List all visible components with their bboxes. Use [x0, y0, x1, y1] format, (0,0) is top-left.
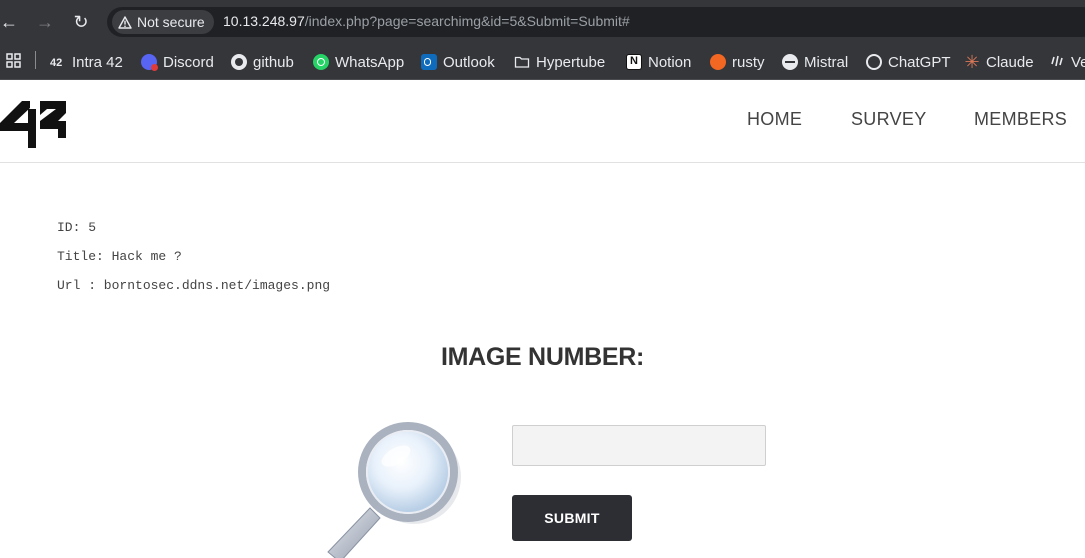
url-text[interactable]: 10.13.248.97/index.php?page=searchimg&id…: [223, 13, 630, 29]
result-title: Title: Hack me ?: [57, 249, 182, 264]
security-label: Not secure: [137, 14, 205, 30]
bookmark-chatgpt[interactable]: ChatGPT: [866, 50, 951, 74]
browser-toolbar: ← → ↻ Not secure 10.13.248.97/index.php?…: [0, 0, 1085, 44]
bookmark-label: ChatGPT: [888, 53, 951, 71]
bookmark-label: Hypertube: [536, 53, 606, 71]
address-bar[interactable]: Not secure 10.13.248.97/index.php?page=s…: [107, 7, 1085, 37]
bookmark-label: github: [253, 53, 294, 71]
result-url: Url : borntosec.ddns.net/images.png: [57, 278, 331, 293]
bookmark-label: WhatsApp: [335, 53, 405, 71]
bookmarks-separator: [35, 51, 36, 69]
result-id: ID: 5: [57, 220, 97, 235]
notion-icon: N: [626, 54, 642, 70]
bookmark-label: Discord: [163, 53, 214, 71]
whatsapp-icon: [313, 54, 329, 70]
bookmark-label: Claude: [986, 53, 1034, 71]
nav-members[interactable]: MEMBERS: [974, 109, 1067, 130]
bookmark-label: Notion: [648, 53, 692, 71]
rusty-icon: [710, 54, 726, 70]
github-icon: [231, 54, 247, 70]
url-host: 10.13.248.97: [223, 13, 305, 29]
url-path: /index.php?page=searchimg&id=5&Submit=Su…: [304, 13, 630, 29]
svg-text:42: 42: [50, 57, 62, 69]
bookmark-label: Ve: [1071, 53, 1085, 71]
image-number-input[interactable]: [512, 425, 766, 466]
bookmark-ve[interactable]: Ve: [1049, 50, 1085, 74]
warning-icon: [118, 15, 132, 29]
bookmark-intra42[interactable]: 42 Intra 42: [50, 50, 123, 74]
form-title: IMAGE NUMBER:: [440, 343, 645, 371]
submit-button[interactable]: SUBMIT: [512, 495, 632, 541]
bookmark-claude[interactable]: ✳ Claude: [964, 50, 1034, 74]
bookmark-rusty[interactable]: rusty: [710, 50, 765, 74]
bookmark-label: Intra 42: [72, 53, 123, 71]
bookmark-notion[interactable]: N Notion: [626, 50, 691, 74]
security-chip[interactable]: Not secure: [112, 10, 214, 34]
mistral-icon: [782, 54, 798, 70]
back-icon[interactable]: ←: [0, 10, 21, 34]
bookmark-github[interactable]: github: [231, 50, 294, 74]
chatgpt-icon: [866, 54, 882, 70]
forward-icon[interactable]: →: [33, 10, 57, 34]
bookmark-mistral[interactable]: Mistral: [782, 50, 848, 74]
discord-icon: [141, 54, 158, 71]
42-logo[interactable]: [0, 95, 68, 148]
folder-icon: [514, 56, 530, 68]
intra42-icon: 42: [50, 57, 62, 69]
bookmark-label: Outlook: [443, 53, 495, 71]
apps-grid-icon[interactable]: [6, 53, 21, 68]
bookmark-whatsapp[interactable]: WhatsApp: [313, 50, 404, 74]
outlook-icon: [421, 54, 437, 70]
claude-icon: ✳: [964, 52, 980, 72]
magnifier-icon: [327, 422, 461, 558]
bookmark-label: Mistral: [804, 53, 849, 71]
bookmark-outlook[interactable]: Outlook: [421, 50, 495, 74]
nav-home[interactable]: HOME: [747, 109, 802, 130]
bookmark-discord[interactable]: Discord: [141, 50, 214, 74]
bookmark-label: rusty: [732, 53, 765, 71]
waveform-icon: [1051, 55, 1063, 67]
site-header: HOME SURVEY MEMBERS: [0, 80, 1085, 163]
reload-icon[interactable]: ↻: [69, 10, 93, 34]
bookmark-hypertube[interactable]: Hypertube: [514, 50, 605, 74]
nav-survey[interactable]: SURVEY: [851, 109, 927, 130]
